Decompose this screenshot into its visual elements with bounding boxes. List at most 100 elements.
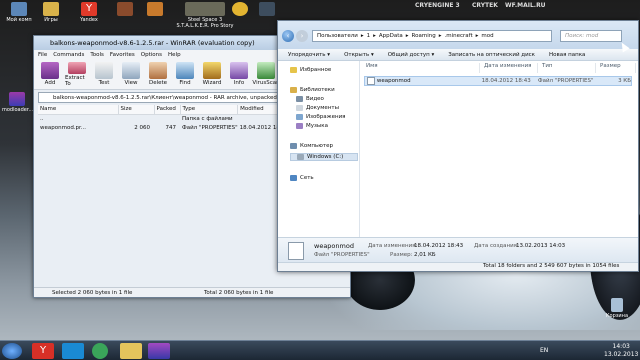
breadcrumb-appdata[interactable]: AppData [379,33,403,39]
details-modified: 18.04.2012 18:43 [414,243,464,249]
nav-favorites[interactable]: Избранное [290,67,331,73]
test-icon [95,62,113,79]
image-icon [296,114,303,120]
organize-button[interactable]: Упорядочить ▾ [288,52,330,58]
file-row[interactable]: weaponmod 18.04.2012 18:43 Файл "PROPERT… [364,76,632,86]
winrar-status-bar: Selected 2 060 bytes in 1 file Total 2 0… [34,287,350,297]
menu-help[interactable]: Help [168,52,181,58]
virus-scan-icon [257,62,275,79]
nav-video[interactable]: Видео [296,96,324,102]
view-icon [122,62,140,79]
computer-icon [290,143,297,149]
app-icon [147,2,163,16]
delete-button[interactable]: Delete [146,62,170,87]
row-size [118,114,154,123]
desktop-icon-my-computer[interactable]: Мой комп [4,2,34,23]
video-icon [296,96,303,102]
add-archive-icon [41,62,59,79]
col-name[interactable]: Name [38,105,119,115]
yandex-icon: Y [81,2,97,16]
add-button[interactable]: Add [38,62,62,87]
file-size: 3 КБ [618,78,631,84]
extract-to-button[interactable]: Extract To [65,62,89,87]
col-date[interactable]: Дата изменения [480,63,538,73]
music-icon [296,123,303,129]
col-packed[interactable]: Packed [154,105,181,115]
menu-file[interactable]: File [38,52,47,58]
app-icon [117,2,133,16]
delete-icon [149,62,167,79]
open-button[interactable]: Открыть ▾ [344,52,374,58]
star-icon [290,67,297,73]
utorrent-icon[interactable] [92,343,108,359]
search-input[interactable]: Поиск: mod [560,30,622,42]
desktop-icon-app[interactable] [225,2,255,17]
row-name: .. [40,115,44,122]
share-button[interactable]: Общий доступ ▾ [388,52,435,58]
wizard-icon [203,62,221,79]
explorer-header: ‹ › Пользователи ▸ 1 ▸ AppData ▸ Roaming ▸ .… [278,21,638,49]
start-button[interactable] [2,343,22,359]
game-icon [185,2,225,16]
row-packed: 747 [165,124,177,131]
nav-network[interactable]: Сеть [290,175,314,181]
nav-drive-c[interactable]: Windows (C:) [290,153,358,161]
details-created-label: Дата создания: [474,243,519,249]
nav-documents[interactable]: Документы [296,105,339,111]
yandex-browser-icon[interactable]: Y [32,343,54,359]
clock[interactable]: 14:03 13.02.2013 [604,343,638,359]
breadcrumb-mod[interactable]: mod [481,33,493,39]
test-button[interactable]: Test [92,62,116,87]
breadcrumb-minecraft[interactable]: .minecraft [444,33,472,39]
file-name: weaponmod [376,78,411,84]
details-size: 2,01 КБ [414,252,436,258]
details-type: Файл "PROPERTIES" [314,252,370,258]
navigation-pane: Избранное Библиотеки Видео Документы Изо… [278,61,360,237]
info-icon [230,62,248,79]
desktop-icon-games[interactable]: Игры [36,2,66,23]
nav-computer[interactable]: Компьютер [290,143,333,149]
col-size[interactable]: Размер [596,63,636,73]
command-bar: Упорядочить ▾ Открыть ▾ Общий доступ ▾ З… [278,49,638,61]
nav-images[interactable]: Изображения [296,114,345,120]
extract-icon [68,62,86,74]
col-type[interactable]: Type [180,105,239,115]
details-pane: weaponmod Файл "PROPERTIES" Дата изменен… [278,237,638,263]
desktop-icon-yandex[interactable]: Y Yandex [74,2,104,23]
menu-favorites[interactable]: Favorites [110,52,135,58]
forward-button[interactable]: › [296,30,308,42]
back-button[interactable]: ‹ [282,30,294,42]
col-type[interactable]: Тип [538,63,596,73]
desktop-icon-app[interactable] [252,2,282,17]
virusscan-button[interactable]: VirusScan [252,62,280,87]
desktop-icon-app[interactable] [140,2,170,17]
desktop-icon-recycle-bin[interactable]: Корзина [602,298,632,319]
desktop-icon-app[interactable] [110,2,140,17]
menu-options[interactable]: Options [141,52,162,58]
explorer-window[interactable]: ‹ › Пользователи ▸ 1 ▸ AppData ▸ Roaming ▸ .… [277,20,639,272]
breadcrumb-users[interactable]: Пользователи [317,33,358,39]
col-name[interactable]: Имя [362,63,480,73]
explorer-taskbar-icon[interactable] [120,343,142,359]
nav-music[interactable]: Музыка [296,123,328,129]
menu-commands[interactable]: Commands [53,52,84,58]
breadcrumb-roaming[interactable]: Roaming [412,33,436,39]
nav-libraries[interactable]: Библиотеки [290,87,335,93]
menu-tools[interactable]: Tools [90,52,104,58]
skype-icon[interactable] [62,343,84,359]
breadcrumb-user[interactable]: 1 [367,33,371,39]
view-button[interactable]: View [119,62,143,87]
status-total: Total 2 060 bytes in 1 file [204,289,274,296]
language-indicator[interactable]: EN [540,347,548,354]
network-icon [290,175,297,181]
address-bar[interactable]: Пользователи ▸ 1 ▸ AppData ▸ Roaming ▸ .mine… [312,30,552,42]
info-button[interactable]: Info [227,62,251,87]
col-size[interactable]: Size [118,105,155,115]
new-folder-button[interactable]: Новая папка [549,52,585,58]
desktop-icon-modloader[interactable]: modloader... [2,92,33,113]
burn-button[interactable]: Записать на оптический диск [448,52,535,58]
find-button[interactable]: Find [173,62,197,87]
wizard-button[interactable]: Wizard [200,62,224,87]
winrar-taskbar-icon[interactable] [148,343,170,359]
folder-icon [43,2,59,16]
